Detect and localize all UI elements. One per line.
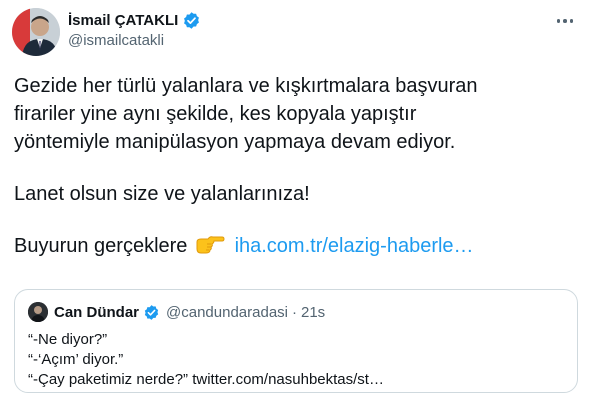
quoted-tweet-header: Can Dündar @candundaradasi · 21s [28,302,325,322]
separator-dot: · [292,303,297,321]
tweet-text-line: yöntemiyle manipülasyon yapmaya devam ed… [14,131,456,153]
tweet-text-line: firariler yine aynı şekilde, kes kopyala… [14,103,417,125]
quoted-text-line: “-Çay paketimiz nerde?” twitter.com/nasu… [28,371,384,388]
quoted-tweet-card[interactable]: Can Dündar @candundaradasi · 21s “-Ne di… [14,289,578,393]
pointing-right-hand-icon [195,234,225,264]
author-name[interactable]: İsmail ÇATAKLI [68,12,178,29]
tweet-text-span: Buyurun gerçeklere [14,235,188,257]
quoted-text-line: “-Ne diyor?” [28,331,108,348]
quoted-text-line: “-‘Açım’ diyor.” [28,351,124,368]
tweet-card: İsmail ÇATAKLI @ismailcatakli Gezide her… [0,0,591,410]
quoted-tweet-time: 21s [301,303,326,321]
author-block: İsmail ÇATAKLI @ismailcatakli [68,10,201,49]
tweet-text: Gezide her türlü yalanlara ve kışkırtmal… [14,72,582,264]
tweet-link[interactable]: iha.com.tr/elazig-haberle… [235,235,474,257]
tweet-text-line-with-link: Buyurun gerçeklere iha.com.tr/elazig-hab… [14,232,582,264]
author-avatar[interactable] [12,8,60,56]
verified-badge-icon [184,11,200,29]
more-options-icon[interactable] [553,12,577,30]
quoted-author-name: Can Dündar [54,303,140,321]
quoted-author-handle: @candundaradasi [166,303,288,321]
verified-badge-icon [144,304,159,320]
quoted-tweet-text: “-Ne diyor?” “-‘Açım’ diyor.” “-Çay pake… [28,330,384,390]
author-handle[interactable]: @ismailcatakli [68,32,201,49]
tweet-text-line: Gezide her türlü yalanlara ve kışkırtmal… [14,75,478,97]
quoted-author-avatar [28,302,48,322]
tweet-text-line: Lanet olsun size ve yalanlarınıza! [14,183,310,205]
